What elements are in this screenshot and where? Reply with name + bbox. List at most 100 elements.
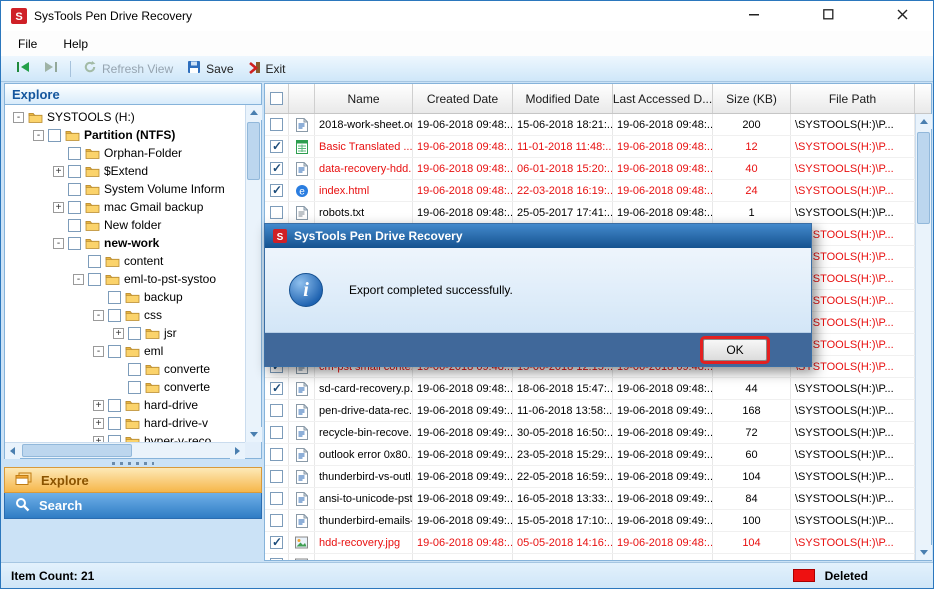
table-row[interactable]: pen-drive-data-rec...19-06-2018 09:49:..… (265, 400, 915, 422)
tree-item-label[interactable]: css (144, 308, 162, 322)
tree-item[interactable]: - new-work (5, 234, 245, 252)
panel-splitter[interactable] (4, 459, 262, 467)
tree-item[interactable]: System Volume Inform (5, 180, 245, 198)
tree-item-label[interactable]: content (124, 254, 163, 268)
tree-checkbox[interactable] (68, 237, 81, 250)
tree-item[interactable]: -Partition (NTFS) (5, 126, 245, 144)
tree-expander-icon[interactable]: - (53, 238, 64, 249)
tree-item-label[interactable]: Partition (NTFS) (84, 128, 175, 142)
table-row[interactable]: outlook error 0x80...19-06-2018 09:49:..… (265, 444, 915, 466)
column-header-name[interactable]: Name (315, 84, 413, 113)
tree-checkbox[interactable] (128, 363, 141, 376)
tree-expander-icon[interactable]: + (113, 328, 124, 339)
tree-item[interactable]: Orphan-Folder (5, 144, 245, 162)
tree-item[interactable]: + $Extend (5, 162, 245, 180)
tree-item[interactable]: New folder (5, 216, 245, 234)
row-checkbox[interactable] (270, 162, 283, 175)
table-row[interactable]: robots.txt19-06-2018 09:48:...25-05-2017… (265, 202, 915, 224)
tree-expander-icon[interactable]: - (13, 112, 24, 123)
tree-checkbox[interactable] (48, 129, 61, 142)
tree-checkbox[interactable] (108, 417, 121, 430)
table-row[interactable]: recycle-bin-recove...19-06-2018 09:49:..… (265, 422, 915, 444)
tree-scroll-right-button[interactable] (230, 443, 245, 459)
column-header-created-date[interactable]: Created Date (413, 84, 513, 113)
row-checkbox[interactable] (270, 558, 283, 560)
tree-item-label[interactable]: eml-to-pst-systoo (124, 272, 216, 286)
tree-item-label[interactable]: eml (144, 344, 163, 358)
refresh-view-button[interactable]: Refresh View (76, 58, 180, 79)
explore-mode-button[interactable]: Explore (4, 467, 262, 493)
tree-item[interactable]: - SYSTOOLS (H:) (5, 108, 245, 126)
row-checkbox[interactable] (270, 514, 283, 527)
tree-item[interactable]: converte (5, 360, 245, 378)
table-row[interactable]: ansi-to-unicode-pst...19-06-2018 09:49:.… (265, 488, 915, 510)
minimize-button[interactable] (741, 3, 767, 29)
row-checkbox[interactable] (270, 404, 283, 417)
tree-checkbox[interactable] (68, 165, 81, 178)
tree-checkbox[interactable] (108, 435, 121, 443)
table-scroll-up-button[interactable] (916, 114, 932, 129)
table-row[interactable]: Basic Translated ...19-06-2018 09:48:...… (265, 136, 915, 158)
tree-item[interactable]: - eml (5, 342, 245, 360)
tree-item-label[interactable]: jsr (164, 326, 177, 340)
tree-checkbox[interactable] (68, 201, 81, 214)
ok-button[interactable]: OK (703, 339, 767, 361)
exit-button[interactable]: Exit (241, 59, 293, 79)
row-checkbox[interactable] (270, 140, 283, 153)
tree-item-label[interactable]: new-work (104, 236, 159, 250)
tree-item-label[interactable]: SYSTOOLS (H:) (47, 110, 135, 124)
row-checkbox[interactable] (270, 382, 283, 395)
column-header-last-accessed[interactable]: Last Accessed D... (613, 84, 713, 113)
tree-checkbox[interactable] (108, 309, 121, 322)
tree-item[interactable]: + hard-drive (5, 396, 245, 414)
save-button[interactable]: Save (180, 58, 240, 79)
row-checkbox[interactable] (270, 492, 283, 505)
tree-expander-icon[interactable]: - (73, 274, 84, 285)
tree-item-label[interactable]: hard-drive (144, 398, 198, 412)
row-checkbox[interactable] (270, 184, 283, 197)
tree-checkbox[interactable] (68, 183, 81, 196)
column-header-modified-date[interactable]: Modified Date (513, 84, 613, 113)
tree-item-label[interactable]: mac Gmail backup (104, 200, 203, 214)
tree-expander-icon[interactable]: - (93, 310, 104, 321)
tree-checkbox[interactable] (108, 399, 121, 412)
tree-item-label[interactable]: hard-drive-v (144, 416, 208, 430)
table-scroll-down-button[interactable] (916, 545, 932, 560)
tree-checkbox[interactable] (88, 273, 101, 286)
tree-item-label[interactable]: converte (164, 362, 210, 376)
tree-item[interactable]: content (5, 252, 245, 270)
tree-item[interactable]: +mac Gmail backup (5, 198, 245, 216)
table-row[interactable]: hdd-recovery.jpg19-06-2018 09:48:...05-0… (265, 532, 915, 554)
tree-checkbox[interactable] (128, 327, 141, 340)
tree-item-label[interactable]: New folder (104, 218, 161, 232)
tree-checkbox[interactable] (128, 381, 141, 394)
tree-scroll-left-button[interactable] (5, 443, 20, 459)
maximize-button[interactable] (815, 3, 841, 29)
tree-item[interactable]: - css (5, 306, 245, 324)
tree-hscrollbar-thumb[interactable] (22, 444, 132, 457)
tree-item-label[interactable]: hyper-v-reco (144, 434, 211, 442)
tree-item-label[interactable]: backup (144, 290, 183, 304)
tree-item-label[interactable]: Orphan-Folder (104, 146, 182, 160)
tree-expander-icon[interactable]: + (93, 418, 104, 429)
tree-item[interactable]: +hyper-v-reco (5, 432, 245, 442)
tree-item[interactable]: backup (5, 288, 245, 306)
tree-item-label[interactable]: $Extend (104, 164, 148, 178)
tree-expander-icon[interactable]: - (93, 346, 104, 357)
column-header-size[interactable]: Size (KB) (713, 84, 791, 113)
search-mode-button[interactable]: Search (4, 493, 262, 519)
tree-expander-icon[interactable]: + (53, 166, 64, 177)
go-first-button[interactable] (9, 59, 37, 78)
row-checkbox[interactable] (270, 448, 283, 461)
tree-checkbox[interactable] (68, 147, 81, 160)
row-checkbox[interactable] (270, 470, 283, 483)
row-checkbox[interactable] (270, 118, 283, 131)
tree-item-label[interactable]: System Volume Inform (104, 182, 225, 196)
row-checkbox[interactable] (270, 206, 283, 219)
tree-scroll-down-button[interactable] (246, 427, 262, 442)
tree-item[interactable]: - eml-to-pst-systoo (5, 270, 245, 288)
tree-checkbox[interactable] (68, 219, 81, 232)
tree-expander-icon[interactable]: + (93, 400, 104, 411)
menu-item-file[interactable]: File (5, 33, 50, 55)
table-row[interactable]: thunderbird-emails-...19-06-2018 09:49:.… (265, 510, 915, 532)
